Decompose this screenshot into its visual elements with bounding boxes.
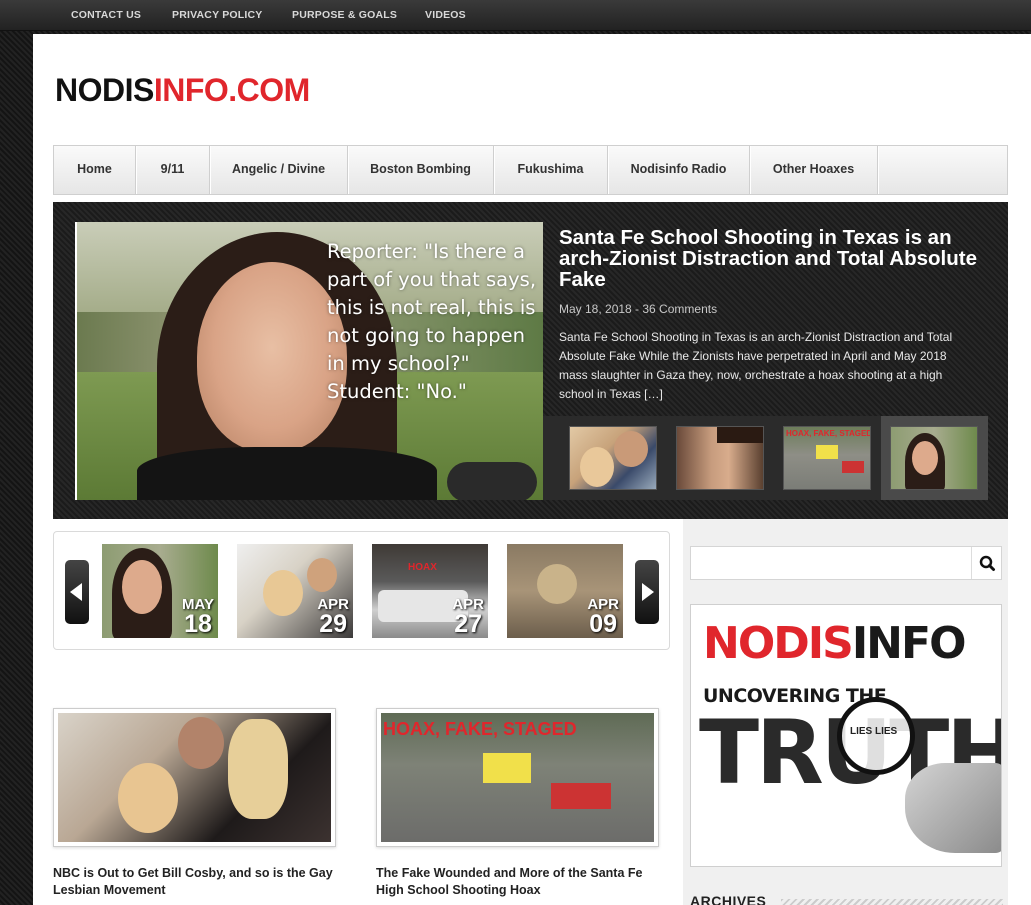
archives-heading: ARCHIVES [690, 893, 767, 905]
thumb-3-ambulance [816, 445, 838, 459]
article-2-image[interactable]: HOAX, FAKE, STAGED [376, 708, 659, 847]
carousel-2-figure-2 [307, 558, 337, 592]
thumb-2-hair [717, 427, 763, 443]
thumb-1-figure-2 [614, 431, 648, 467]
privacy-policy-link[interactable]: PRIVACY POLICY [172, 9, 263, 21]
banner-nodis: NODIS [703, 618, 854, 669]
contact-us-link[interactable]: CONTACT US [71, 9, 141, 21]
carousel-1-face [122, 560, 162, 614]
article-2-overlay-text: HOAX, FAKE, STAGED [383, 719, 577, 739]
arrow-left-icon [70, 583, 82, 601]
nav-boston-bombing[interactable]: Boston Bombing [348, 146, 494, 194]
banner-info: INFO [851, 618, 967, 669]
magnifier-icon: LIES LIES [837, 697, 915, 775]
logo-part-red: INFO.COM [153, 72, 310, 108]
article-2-image-inner: HOAX, FAKE, STAGED [381, 713, 654, 842]
article-2-title[interactable]: The Fake Wounded and More of the Santa F… [376, 865, 666, 899]
carousel-1-day: 18 [184, 610, 212, 638]
carousel-prev-button[interactable] [65, 560, 89, 624]
search-input[interactable] [691, 547, 971, 579]
arrow-right-icon [642, 583, 654, 601]
microphone-graphic [447, 462, 537, 500]
featured-slider: Reporter: "Is there a part of you that s… [53, 202, 1008, 519]
carousel-4-date: APR 09 [587, 597, 619, 638]
featured-image-face [197, 262, 347, 452]
featured-excerpt: Santa Fe School Shooting in Texas is an … [559, 330, 953, 401]
slider-thumb-1[interactable] [569, 426, 657, 490]
featured-image-shirt [137, 447, 437, 500]
sidebar: NODISINFO UNCOVERING THE TRUTH LIES LIES… [683, 519, 1008, 905]
slider-thumb-2[interactable] [676, 426, 764, 490]
slider-thumbnails: HOAX, FAKE, STAGED [543, 416, 988, 500]
article-1-image-inner [58, 713, 331, 842]
nav-911[interactable]: 9/11 [136, 146, 210, 194]
carousel-2-figure [263, 570, 303, 616]
logo-part-black: NODIS [55, 72, 154, 108]
carousel-2-date: APR 29 [317, 597, 349, 638]
magnifier-lies-text: LIES LIES [850, 726, 898, 737]
main-nav: Home 9/11 Angelic / Divine Boston Bombin… [53, 145, 1008, 195]
article-1-image[interactable] [53, 708, 336, 847]
slider-thumb-3[interactable]: HOAX, FAKE, STAGED [783, 426, 871, 490]
carousel-3-day: 27 [454, 610, 483, 638]
thumb-3-vehicle [842, 461, 864, 473]
carousel-item-3[interactable]: HOAX APR 27 [372, 544, 488, 638]
nav-angelic-divine[interactable]: Angelic / Divine [210, 146, 348, 194]
nav-home[interactable]: Home [54, 146, 136, 194]
article-1-figure-2 [178, 717, 224, 769]
article-2-vehicle [551, 783, 611, 809]
article-1-title[interactable]: NBC is Out to Get Bill Cosby, and so is … [53, 865, 343, 899]
page-content: NODISINFO.COM Home 9/11 Angelic / Divine… [33, 34, 1031, 905]
carousel-item-2[interactable]: APR 29 [237, 544, 353, 638]
carousel-3-overlay: HOAX [408, 562, 437, 573]
search-box [690, 546, 1002, 580]
featured-image[interactable]: Reporter: "Is there a part of you that s… [75, 222, 543, 500]
videos-link[interactable]: VIDEOS [425, 9, 466, 21]
article-1-figure [118, 763, 178, 833]
carousel-1-date: MAY 18 [182, 597, 214, 638]
article-2-ambulance [483, 753, 531, 783]
archives-divider [781, 899, 1003, 905]
article-1-figure-3 [228, 719, 288, 819]
featured-image-quote: Reporter: "Is there a part of you that s… [327, 240, 537, 403]
banner-logo-line: NODISINFO [703, 618, 967, 669]
site-logo[interactable]: NODISINFO.COM [55, 72, 310, 108]
thumb-1-figure [580, 447, 614, 487]
purpose-goals-link[interactable]: PURPOSE & GOALS [292, 9, 397, 21]
nodisinfo-banner[interactable]: NODISINFO UNCOVERING THE TRUTH LIES LIES [690, 604, 1002, 867]
search-icon [979, 555, 995, 571]
carousel-2-day: 29 [319, 610, 348, 638]
nav-nodisinfo-radio[interactable]: Nodisinfo Radio [608, 146, 750, 194]
featured-meta: May 18, 2018 - 36 Comments [559, 302, 718, 316]
nav-fukushima[interactable]: Fukushima [494, 146, 608, 194]
slider-thumb-4-active[interactable] [890, 426, 978, 490]
carousel-item-1[interactable]: MAY 18 [102, 544, 218, 638]
thumb-3-overlay-text: HOAX, FAKE, STAGED [786, 429, 871, 438]
nav-other-hoaxes[interactable]: Other Hoaxes [750, 146, 878, 194]
recent-posts-carousel: MAY 18 APR 29 HOAX APR 27 APR 09 [53, 531, 670, 650]
carousel-4-day: 09 [589, 610, 618, 638]
carousel-4-object [537, 564, 577, 604]
thumb-4-face [912, 441, 938, 475]
carousel-next-button[interactable] [635, 560, 659, 624]
search-button[interactable] [971, 547, 1001, 579]
carousel-item-4[interactable]: APR 09 [507, 544, 623, 638]
top-bar: CONTACT US PRIVACY POLICY PURPOSE & GOAL… [0, 0, 1031, 31]
featured-title[interactable]: Santa Fe School Shooting in Texas is an … [559, 227, 979, 290]
hand-graphic [905, 763, 1001, 853]
carousel-3-date: APR 27 [452, 597, 484, 638]
